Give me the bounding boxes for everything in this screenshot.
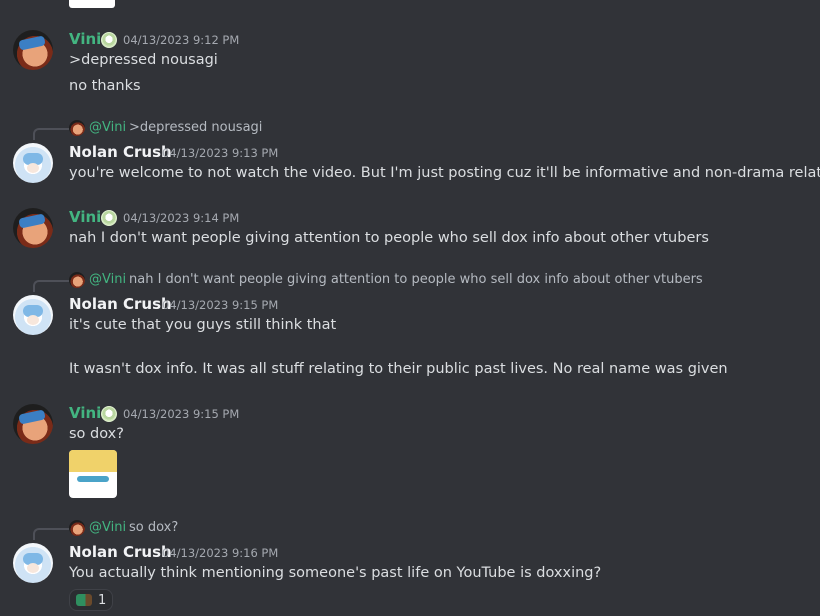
message-text: it's cute that you guys still think that — [69, 317, 337, 333]
avatar-vini[interactable] — [13, 208, 53, 248]
turtle-emoji-icon — [76, 594, 92, 606]
reply-avatar — [69, 520, 85, 536]
reply-mention[interactable]: @Vini — [89, 120, 126, 135]
timestamp[interactable]: 04/13/2023 9:16 PM — [162, 546, 278, 560]
reply-spine — [33, 128, 69, 140]
message-text: nah I don't want people giving attention… — [69, 230, 709, 246]
reply-preview-text[interactable]: so dox? — [129, 520, 178, 535]
author-name[interactable]: Nolan Crush — [69, 543, 172, 561]
message-text: no thanks — [69, 78, 141, 94]
author-name[interactable]: Nolan Crush — [69, 143, 172, 161]
message-text: It wasn't dox info. It was all stuff rel… — [69, 361, 728, 377]
reaction-count: 1 — [98, 592, 107, 608]
role-badge-icon — [101, 32, 117, 48]
message-text: you're welcome to not watch the video. B… — [69, 165, 820, 181]
timestamp[interactable]: 04/13/2023 9:15 PM — [162, 298, 278, 312]
author-name[interactable]: Vini — [69, 30, 101, 48]
avatar-nolan-crush[interactable] — [13, 143, 53, 183]
author-name[interactable]: Vini — [69, 404, 101, 422]
reply-mention[interactable]: @Vini — [89, 272, 126, 287]
avatar-vini[interactable] — [13, 30, 53, 70]
timestamp[interactable]: 04/13/2023 9:15 PM — [123, 407, 239, 421]
avatar-nolan-crush[interactable] — [13, 543, 53, 583]
reply-spine — [33, 280, 69, 292]
previous-image-attachment[interactable] — [69, 0, 115, 8]
reaction-button[interactable]: 1 — [69, 589, 114, 611]
message-text: so dox? — [69, 426, 124, 442]
timestamp[interactable]: 04/13/2023 9:14 PM — [123, 211, 239, 225]
message-text: You actually think mentioning someone's … — [69, 565, 602, 581]
message-text: >depressed nousagi — [69, 52, 218, 68]
reply-mention[interactable]: @Vini — [89, 520, 126, 535]
reply-preview-text[interactable]: nah I don't want people giving attention… — [129, 272, 703, 287]
avatar-nolan-crush[interactable] — [13, 295, 53, 335]
sticker-image[interactable] — [69, 450, 117, 498]
reply-preview-text[interactable]: >depressed nousagi — [129, 120, 262, 135]
avatar-vini[interactable] — [13, 404, 53, 444]
author-name[interactable]: Vini — [69, 208, 101, 226]
role-badge-icon — [101, 210, 117, 226]
reply-avatar — [69, 120, 85, 136]
timestamp[interactable]: 04/13/2023 9:12 PM — [123, 33, 239, 47]
role-badge-icon — [101, 406, 117, 422]
reply-avatar — [69, 272, 85, 288]
reply-spine — [33, 528, 69, 540]
timestamp[interactable]: 04/13/2023 9:13 PM — [162, 146, 278, 160]
author-name[interactable]: Nolan Crush — [69, 295, 172, 313]
